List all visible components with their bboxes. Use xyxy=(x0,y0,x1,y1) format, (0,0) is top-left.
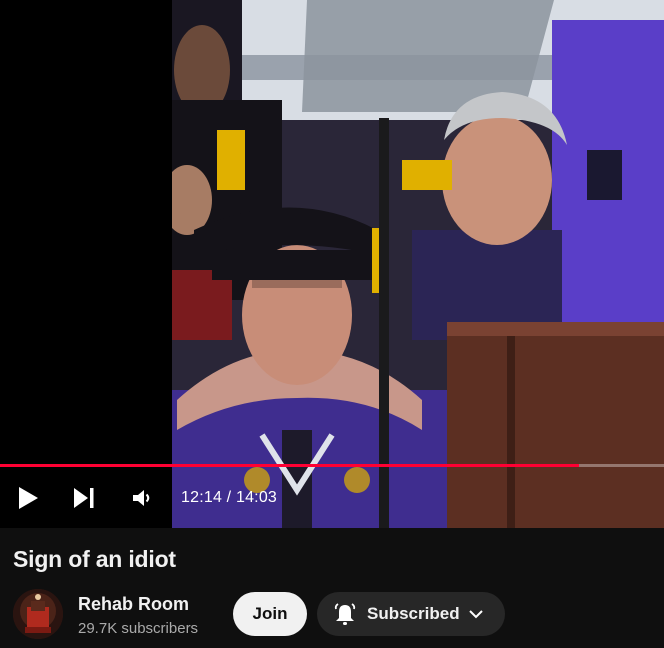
next-icon xyxy=(74,488,94,508)
join-button[interactable]: Join xyxy=(233,592,307,636)
channel-avatar[interactable] xyxy=(13,589,63,639)
play-icon xyxy=(19,487,38,509)
progress-played xyxy=(0,464,579,467)
next-button[interactable] xyxy=(64,472,104,524)
letterbox xyxy=(0,0,172,528)
player-controls: 12:14 / 14:03 xyxy=(0,472,664,524)
video-frame[interactable] xyxy=(172,0,664,528)
channel-name[interactable]: Rehab Room xyxy=(78,594,189,615)
subscriber-count: 29.7K subscribers xyxy=(78,620,199,637)
subscribed-button[interactable]: Subscribed xyxy=(317,592,505,636)
time-display: 12:14 / 14:03 xyxy=(181,489,278,506)
channel-avatar-icon xyxy=(13,589,63,639)
play-button[interactable] xyxy=(8,472,48,524)
subscribed-label: Subscribed xyxy=(367,604,460,623)
volume-button[interactable] xyxy=(122,472,162,524)
video-title: Sign of an idiot xyxy=(13,546,176,572)
video-player[interactable]: 12:14 / 14:03 xyxy=(0,0,664,528)
volume-icon xyxy=(133,490,150,506)
chevron-down-icon xyxy=(469,610,483,619)
video-frame-image xyxy=(172,0,664,528)
bell-icon xyxy=(334,603,356,625)
progress-bar[interactable] xyxy=(0,464,664,467)
